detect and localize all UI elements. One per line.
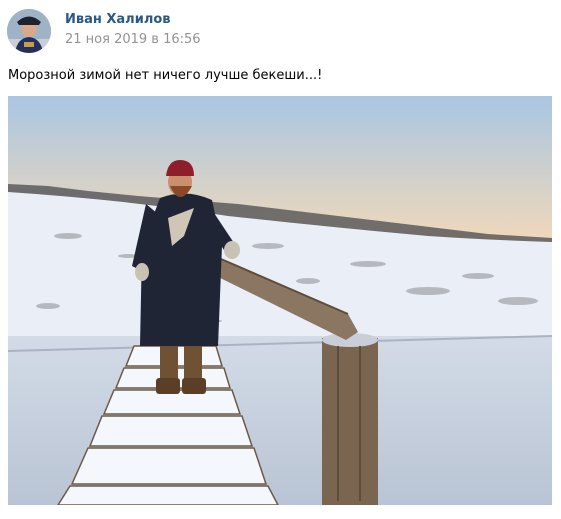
author-avatar[interactable] xyxy=(7,9,51,53)
post-date[interactable]: 21 ноя 2019 в 16:56 xyxy=(65,32,201,47)
post-photo[interactable] xyxy=(8,96,552,505)
post-text: Морозной зимой нет ничего лучше бекеши..… xyxy=(8,68,323,83)
avatar-image xyxy=(7,9,51,53)
wall-post: Иван Халилов 21 ноя 2019 в 16:56 Морозно… xyxy=(0,0,561,519)
photo-image xyxy=(8,96,552,505)
author-name[interactable]: Иван Халилов xyxy=(65,12,171,27)
